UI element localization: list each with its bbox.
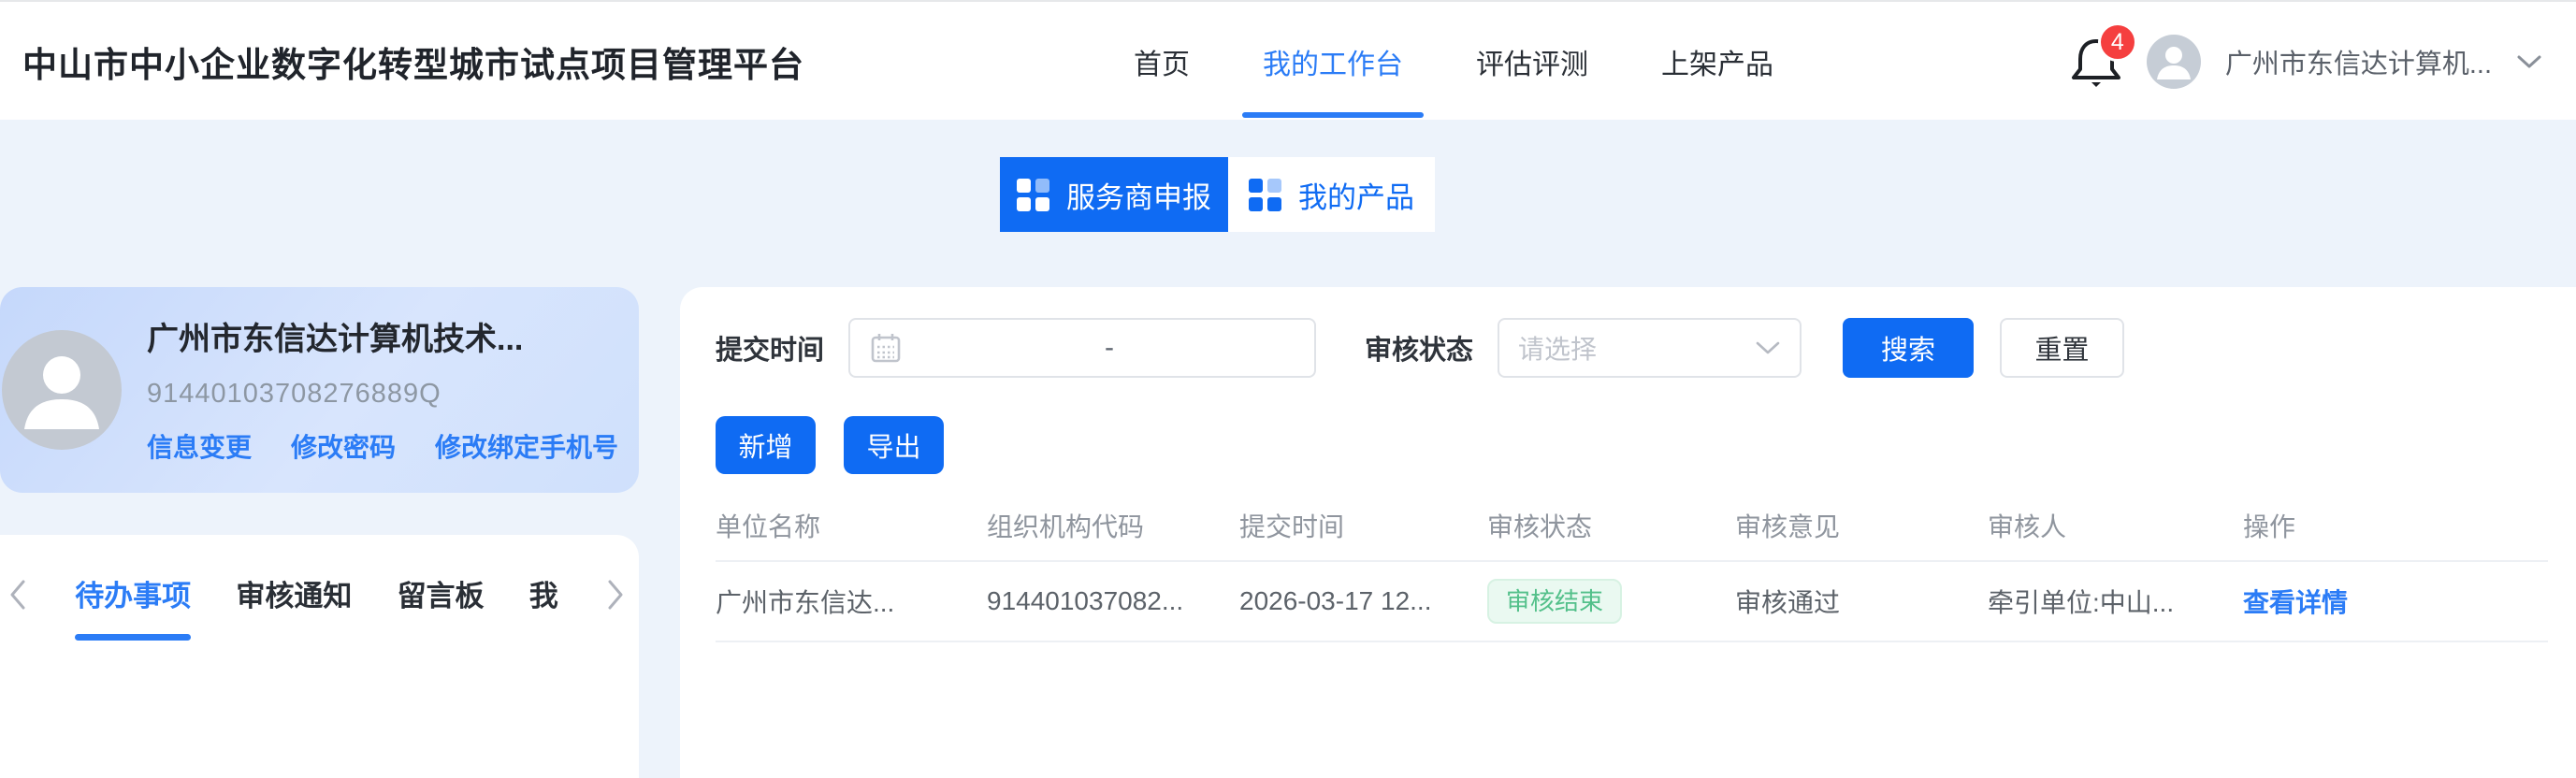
col-review-opinion: 审核意见 [1735,512,1841,541]
col-unit-name: 单位名称 [716,512,821,541]
status-select[interactable]: 请选择 [1498,318,1802,378]
user-avatar[interactable] [2146,35,2201,89]
calendar-icon [867,329,904,367]
tab-label: 服务商申报 [1066,180,1211,214]
search-button[interactable]: 搜索 [1843,318,1975,378]
export-button[interactable]: 导出 [844,416,944,474]
status-badge: 审核结束 [1487,579,1623,624]
page-title: 中山市中小企业数字化转型城市试点项目管理平台 [22,46,804,84]
tab-my-products[interactable]: 我的产品 [1228,157,1435,232]
cell-review-opinion: 审核通过 [1735,588,1841,617]
view-switch-tabs: 服务商申报 我的产品 [1000,157,1435,232]
side-tab-todo[interactable]: 待办事项 [75,572,192,641]
col-operation: 操作 [2243,512,2296,541]
notification-count-badge: 4 [2097,22,2137,62]
chevron-down-icon[interactable] [2516,53,2542,70]
side-tab-message-board[interactable]: 留言板 [398,572,485,616]
profile-card: 广州市东信达计算机技术... 91440103708276889Q 信息变更 修… [0,287,639,493]
info-change-link[interactable]: 信息变更 [147,427,252,465]
chevron-down-icon [1755,339,1781,356]
date-separator: - [1105,332,1115,363]
col-review-status: 审核状态 [1487,512,1593,541]
side-tab-review-notice[interactable]: 审核通知 [236,572,352,616]
company-name: 广州市东信达计算机技术... [147,322,524,357]
org-credit-code: 91440103708276889Q [147,379,441,409]
grid-icon [1249,178,1281,211]
date-filter-label: 提交时间 [716,336,825,366]
company-avatar [2,330,122,450]
col-org-code: 组织机构代码 [987,512,1145,541]
main-nav: 首页 我的工作台 评估评测 上架产品 [1113,2,1826,122]
cell-org-code: 914401037082... [987,586,1184,615]
main-panel: 提交时间 - 审核状态 请选择 搜索 重置 新增 导出 单位名称 组织机构代码 … [680,287,2576,778]
app-header: 中山市中小企业数字化转型城市试点项目管理平台 首页 我的工作台 评估评测 上架产… [0,0,2576,120]
reset-button[interactable]: 重置 [2000,318,2125,378]
user-name[interactable]: 广州市东信达计算机... [2225,42,2492,81]
cell-unit-name: 广州市东信达... [716,588,895,617]
view-detail-link[interactable]: 查看详情 [2243,588,2348,617]
table-actions: 新增 导出 [716,416,2548,474]
table-row: 广州市东信达... 914401037082... 2026-03-17 12.… [716,562,2548,642]
notification-bell-button[interactable]: 4 [2070,22,2137,90]
filter-row: 提交时间 - 审核状态 请选择 搜索 重置 [716,317,2548,379]
cell-reviewer: 牵引单位:中山... [1988,588,2175,617]
add-button[interactable]: 新增 [716,416,816,474]
chevron-left-icon[interactable] [6,578,30,612]
date-range-input[interactable]: - [848,318,1317,378]
declare-table: 单位名称 组织机构代码 提交时间 审核状态 审核意见 审核人 操作 广州市东信达… [716,491,2548,642]
side-tabs: 待办事项 审核通知 留言板 我 [6,572,628,641]
nav-item-evaluation[interactable]: 评估评测 [1455,2,1609,122]
cell-review-status: 审核结束 [1487,579,1735,624]
grid-icon [1017,178,1049,211]
cell-submit-time: 2026-03-17 12... [1239,586,1432,615]
select-placeholder: 请选择 [1518,335,1598,364]
chevron-right-icon[interactable] [603,578,628,612]
profile-links: 信息变更 修改密码 修改绑定手机号 [147,427,618,465]
side-tab-my[interactable]: 我 [529,572,558,616]
status-filter-label: 审核状态 [1365,336,1474,366]
nav-item-products[interactable]: 上架产品 [1641,2,1794,122]
nav-item-workbench[interactable]: 我的工作台 [1242,2,1424,122]
tab-label: 我的产品 [1298,180,1414,214]
nav-item-home[interactable]: 首页 [1113,2,1210,122]
header-right: 4 广州市东信达计算机... [2070,2,2542,122]
change-password-link[interactable]: 修改密码 [291,427,396,465]
col-reviewer: 审核人 [1988,512,2067,541]
col-submit-time: 提交时间 [1239,512,1345,541]
tab-provider-declare[interactable]: 服务商申报 [1000,157,1228,232]
side-tabs-panel: 待办事项 审核通知 留言板 我 [0,535,639,778]
change-phone-link[interactable]: 修改绑定手机号 [435,427,618,465]
table-header-row: 单位名称 组织机构代码 提交时间 审核状态 审核意见 审核人 操作 [716,491,2548,562]
